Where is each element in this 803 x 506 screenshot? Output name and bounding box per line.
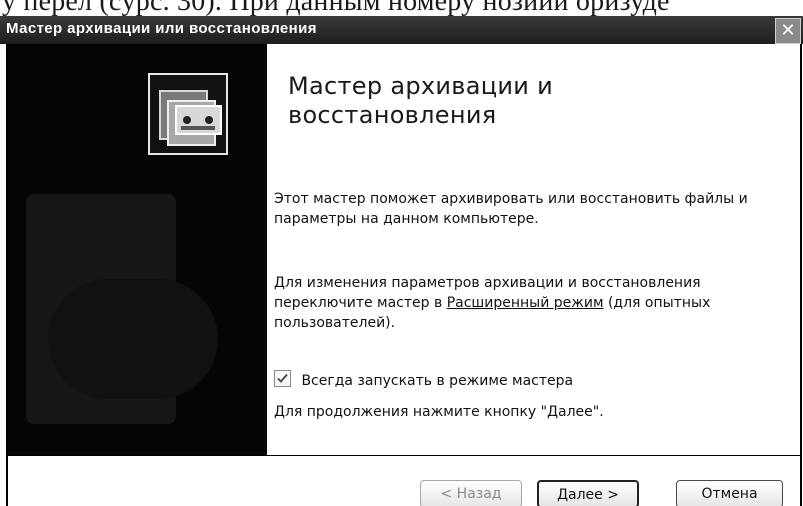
advanced-mode-text: Для изменения параметров архивации и вос… bbox=[274, 273, 779, 333]
backup-wizard-icon bbox=[148, 73, 228, 155]
wizard-content: Мастер архивации и восстановления Этот м… bbox=[268, 44, 800, 455]
window-frame-right bbox=[800, 44, 802, 506]
screenshot-page: у перел (cуpс. 30). При данным номеру но… bbox=[0, 0, 803, 506]
footer-divider bbox=[8, 455, 800, 456]
close-icon: ✕ bbox=[780, 20, 796, 41]
advanced-mode-link[interactable]: Расширенный режим bbox=[447, 295, 604, 311]
intro-text: Этот мастер поможет архивировать или вос… bbox=[274, 191, 748, 227]
next-button[interactable]: Далее > bbox=[537, 480, 639, 506]
window-title: Мастер архивации или восстановления bbox=[6, 20, 317, 37]
always-wizard-checkbox[interactable] bbox=[274, 370, 291, 387]
wizard-side-panel bbox=[8, 44, 267, 455]
panel-decoration bbox=[48, 279, 218, 399]
back-button[interactable]: < Назад bbox=[420, 480, 522, 506]
cancel-button[interactable]: Отмена bbox=[676, 480, 783, 506]
continue-instruction-text: Для продолжения нажмите кнопку "Далее". bbox=[274, 404, 604, 420]
always-wizard-checkbox-row[interactable]: Всегда запускать в режиме мастера bbox=[274, 368, 574, 389]
wizard-heading: Мастер архивации и восстановления bbox=[288, 72, 553, 129]
check-icon bbox=[277, 373, 288, 383]
close-button[interactable]: ✕ bbox=[775, 18, 801, 44]
always-wizard-label: Всегда запускать в режиме мастера bbox=[301, 373, 574, 389]
title-bar[interactable]: Мастер архивации или восстановления ✕ bbox=[0, 16, 803, 44]
